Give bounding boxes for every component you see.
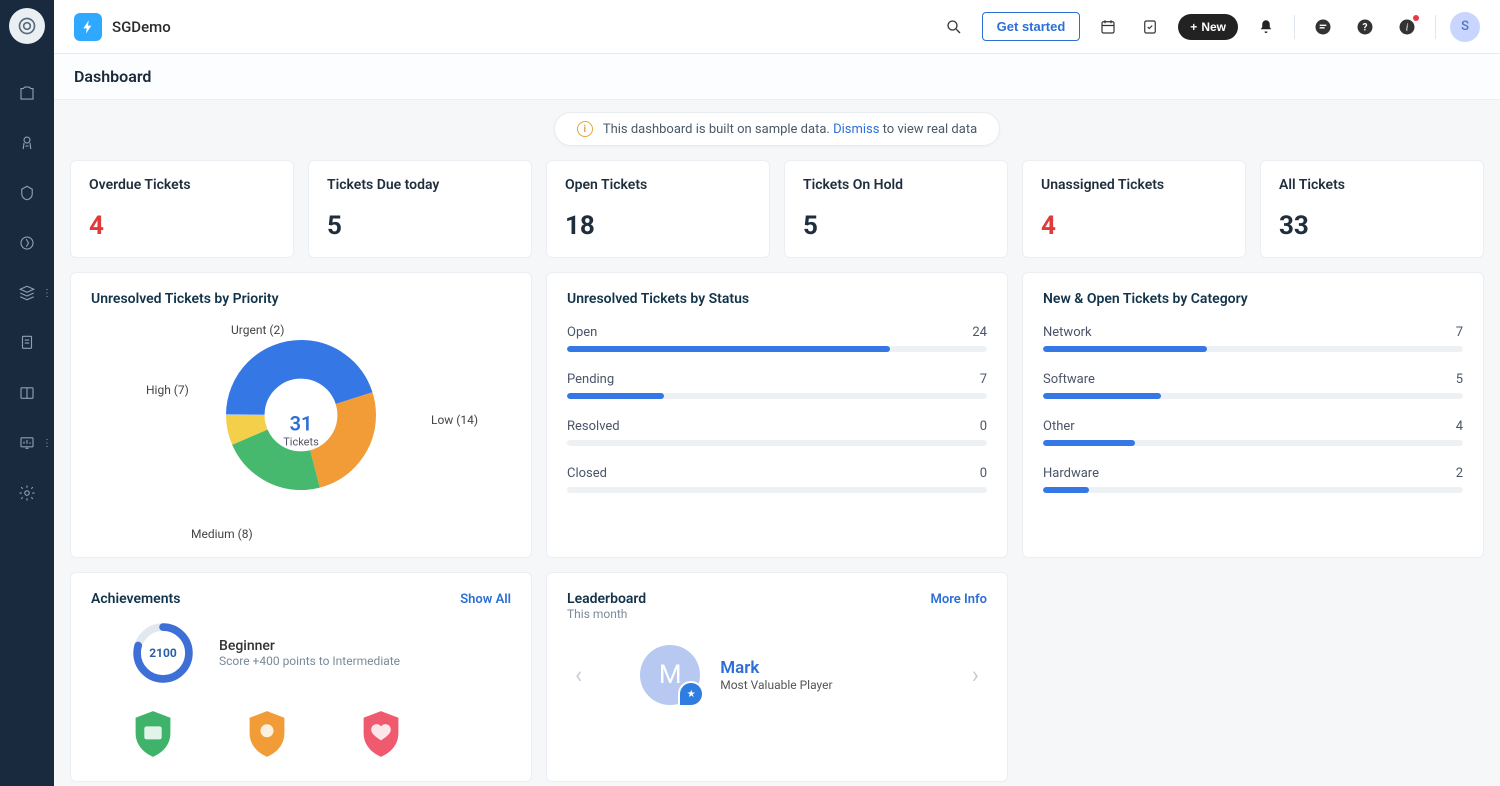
stat-value: 5	[803, 211, 989, 241]
stat-value: 4	[1041, 211, 1227, 241]
sidebar-item-reports[interactable]	[0, 418, 54, 468]
show-all-link[interactable]: Show All	[460, 592, 511, 607]
stat-label: Tickets On Hold	[803, 177, 989, 193]
stat-label: Overdue Tickets	[89, 177, 275, 193]
bar-row: Software5	[1043, 372, 1463, 399]
stats-row: Overdue Tickets 4 Tickets Due today 5 Open T…	[70, 160, 1484, 258]
brand-name: SGDemo	[112, 18, 171, 36]
dismiss-link[interactable]: Dismiss	[833, 122, 879, 137]
svg-text:i: i	[1406, 22, 1409, 33]
stat-card[interactable]: Unassigned Tickets 4	[1022, 160, 1246, 258]
more-info-link[interactable]: More Info	[931, 592, 988, 607]
page-title: Dashboard	[74, 67, 151, 86]
bar-row: Network7	[1043, 325, 1463, 352]
priority-panel: Unresolved Tickets by Priority 31 Ticket…	[70, 272, 532, 558]
sidebar-item-releases[interactable]	[0, 218, 54, 268]
sidebar-item-solutions[interactable]	[0, 368, 54, 418]
stat-value: 33	[1279, 211, 1465, 241]
score-ring: 2100	[131, 621, 195, 685]
bar-row: Closed0	[567, 466, 987, 493]
stat-card[interactable]: All Tickets 33	[1260, 160, 1484, 258]
search-icon[interactable]	[940, 13, 968, 41]
get-started-button[interactable]: Get started	[982, 12, 1081, 41]
sidebar-item-tickets[interactable]	[0, 68, 54, 118]
svg-text:?: ?	[1363, 22, 1368, 33]
leaderboard-panel: Leaderboard This month More Info ‹ M Mar…	[546, 572, 1008, 782]
sidebar-item-admin[interactable]	[0, 468, 54, 518]
status-panel: Unresolved Tickets by Status Open24 Pendi…	[546, 272, 1008, 558]
sidebar	[0, 0, 54, 786]
stat-label: All Tickets	[1279, 177, 1465, 193]
bar-row: Other4	[1043, 419, 1463, 446]
bell-icon[interactable]	[1252, 13, 1280, 41]
stat-label: Unassigned Tickets	[1041, 177, 1227, 193]
bar-row: Resolved0	[567, 419, 987, 446]
brand[interactable]: SGDemo	[74, 13, 171, 41]
stat-value: 18	[565, 211, 751, 241]
stat-label: Tickets Due today	[327, 177, 513, 193]
plus-icon: +	[1190, 20, 1197, 34]
sidebar-item-changes[interactable]	[0, 168, 54, 218]
announce-icon[interactable]	[1309, 13, 1337, 41]
sample-data-notice: i This dashboard is built on sample data…	[554, 112, 1000, 146]
stat-value: 4	[89, 211, 275, 241]
brand-icon	[74, 13, 102, 41]
badge-orange-icon	[245, 709, 289, 759]
category-panel: New & Open Tickets by Category Network7 S…	[1022, 272, 1484, 558]
info-circle-icon: i	[577, 121, 593, 137]
new-button[interactable]: +New	[1178, 14, 1238, 40]
panel-title: New & Open Tickets by Category	[1043, 291, 1463, 307]
bar-row: Pending7	[567, 372, 987, 399]
chevron-right-icon[interactable]: ›	[964, 653, 987, 697]
stat-card[interactable]: Tickets On Hold 5	[784, 160, 1008, 258]
bar-row: Open24	[567, 325, 987, 352]
sidebar-item-contracts[interactable]	[0, 318, 54, 368]
badge-green-icon	[131, 709, 175, 759]
titlebar: Dashboard	[54, 54, 1500, 100]
topbar: SGDemo Get started +New ? i S	[54, 0, 1500, 54]
stat-value: 5	[327, 211, 513, 241]
stat-card[interactable]: Overdue Tickets 4	[70, 160, 294, 258]
sidebar-item-problems[interactable]	[0, 118, 54, 168]
sidebar-item-assets[interactable]	[0, 268, 54, 318]
avatar[interactable]: S	[1450, 12, 1480, 42]
info-icon[interactable]: i	[1393, 13, 1421, 41]
tasks-icon[interactable]	[1136, 13, 1164, 41]
panel-title: Unresolved Tickets by Priority	[91, 291, 511, 307]
sidebar-logo[interactable]	[9, 8, 45, 44]
badge-red-icon	[359, 709, 403, 759]
calendar-icon[interactable]	[1094, 13, 1122, 41]
panel-title: Unresolved Tickets by Status	[567, 291, 987, 307]
stat-card[interactable]: Tickets Due today 5	[308, 160, 532, 258]
chevron-left-icon[interactable]: ‹	[567, 653, 590, 697]
bar-row: Hardware2	[1043, 466, 1463, 493]
help-icon[interactable]: ?	[1351, 13, 1379, 41]
achievements-panel: Achievements Show All 2100 Beginner Scor…	[70, 572, 532, 782]
stat-card[interactable]: Open Tickets 18	[546, 160, 770, 258]
stat-label: Open Tickets	[565, 177, 751, 193]
leader-avatar: M	[640, 645, 700, 705]
